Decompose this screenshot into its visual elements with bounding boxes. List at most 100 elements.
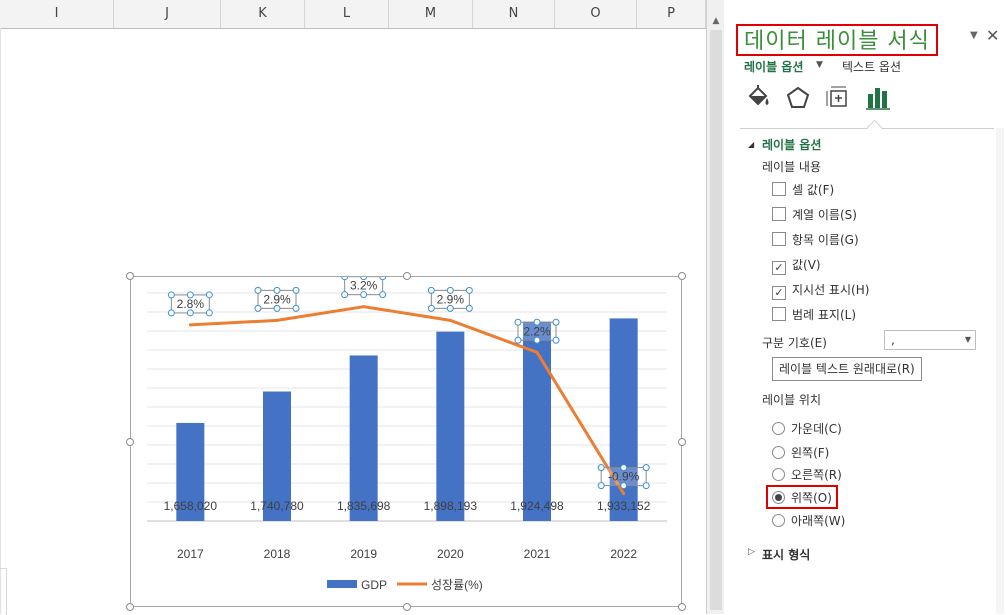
close-icon[interactable]: ✕ — [986, 26, 999, 45]
label-selection-handle[interactable] — [533, 336, 541, 344]
checkmark-icon[interactable]: ✓ — [772, 286, 786, 300]
label-selection-handle[interactable] — [360, 291, 368, 299]
label-selection-handle[interactable] — [341, 277, 349, 281]
column-header-j[interactable]: J — [114, 0, 221, 28]
bar-data-label[interactable]: 1,835,698 — [337, 499, 391, 513]
label-selection-handle[interactable] — [341, 291, 349, 299]
x-tick-label[interactable]: 2021 — [524, 547, 551, 561]
checkbox-cell-value[interactable]: 셀 값(F) — [772, 181, 834, 197]
bar-data-label[interactable]: 1,658,020 — [164, 499, 218, 513]
resize-handle-top-right[interactable] — [678, 272, 686, 280]
label-selection-handle[interactable] — [427, 304, 435, 312]
checkbox-category-name[interactable]: 항목 이름(G) — [772, 231, 859, 247]
line-point-2022[interactable] — [622, 492, 626, 496]
line-data-label-group[interactable]: 2.9% — [427, 286, 473, 312]
size-properties-icon[interactable] — [824, 84, 852, 112]
label-selection-handle[interactable] — [186, 291, 194, 299]
bar-data-label[interactable]: 1,924,498 — [510, 499, 564, 513]
label-selection-handle[interactable] — [167, 309, 175, 317]
x-tick-label[interactable]: 2022 — [610, 547, 637, 561]
resize-handle-top-left[interactable] — [126, 272, 134, 280]
column-header-o[interactable]: O — [555, 0, 637, 28]
checkbox-icon[interactable] — [772, 182, 786, 196]
vertical-scrollbar[interactable]: ▲ — [706, 0, 725, 614]
line-point-2019[interactable] — [362, 305, 366, 309]
label-selection-handle[interactable] — [465, 286, 473, 294]
label-selection-handle[interactable] — [254, 304, 262, 312]
resize-handle-bottom-right[interactable] — [678, 603, 686, 611]
resize-handle-bottom-left[interactable] — [126, 603, 134, 611]
line-data-label[interactable]: 2.9% — [263, 292, 291, 306]
section-collapse-icon[interactable]: ◢ — [748, 140, 754, 149]
line-data-label-group[interactable]: 3.2% — [341, 277, 387, 299]
label-selection-handle[interactable] — [186, 309, 194, 317]
line-data-label-group[interactable]: 2.2% — [514, 318, 560, 344]
legend-key-gdp[interactable] — [327, 580, 357, 588]
radio-right[interactable]: 오른쪽(R) — [772, 466, 842, 482]
label-selection-handle[interactable] — [597, 464, 605, 472]
checkbox-icon[interactable] — [772, 207, 786, 221]
resize-handle-right[interactable] — [678, 438, 686, 446]
chevron-down-icon[interactable]: ▼ — [816, 60, 823, 70]
radio-icon[interactable] — [772, 514, 785, 527]
section-label-options[interactable]: 레이블 옵션 — [762, 136, 821, 153]
radio-icon[interactable] — [772, 422, 785, 435]
section-expand-icon[interactable]: ▷ — [748, 547, 755, 557]
label-selection-handle[interactable] — [446, 304, 454, 312]
label-selection-handle[interactable] — [642, 464, 650, 472]
radio-left[interactable]: 왼쪽(F) — [772, 444, 829, 460]
growth-line[interactable] — [190, 305, 625, 495]
separator-select[interactable]: , ▼ — [884, 330, 976, 350]
label-selection-handle[interactable] — [552, 318, 560, 326]
radio-icon[interactable] — [772, 468, 785, 481]
label-selection-handle[interactable] — [446, 286, 454, 294]
bar-2019[interactable] — [349, 355, 378, 521]
label-selection-handle[interactable] — [379, 277, 387, 281]
label-selection-handle[interactable] — [427, 286, 435, 294]
checkbox-show-leader-lines[interactable]: ✓ 지시선 표시(H) — [772, 281, 869, 300]
effects-pentagon-icon[interactable] — [784, 84, 812, 112]
line-point-2018[interactable] — [275, 318, 279, 322]
label-selection-handle[interactable] — [642, 482, 650, 490]
label-selection-handle[interactable] — [167, 291, 175, 299]
chevron-down-icon[interactable]: ▼ — [965, 331, 971, 349]
label-selection-handle[interactable] — [292, 286, 300, 294]
line-data-label[interactable]: 2.2% — [523, 324, 551, 338]
reset-label-text-button[interactable]: 레이블 텍스트 원래대로(R) — [772, 357, 922, 381]
label-selection-handle[interactable] — [620, 464, 628, 472]
label-selection-handle[interactable] — [205, 291, 213, 299]
resize-handle-bottom[interactable] — [403, 603, 411, 611]
line-data-label[interactable]: 2.9% — [437, 292, 465, 306]
x-tick-label[interactable]: 2019 — [350, 547, 377, 561]
bar-data-label[interactable]: 1,740,780 — [250, 499, 304, 513]
legend-label-gdp[interactable]: GDP — [361, 578, 387, 592]
label-selection-handle[interactable] — [514, 318, 522, 326]
label-selection-handle[interactable] — [273, 304, 281, 312]
column-header-p[interactable]: P — [637, 0, 706, 28]
bar-2022[interactable] — [609, 318, 638, 521]
column-header-n[interactable]: N — [473, 0, 555, 28]
section-number-format[interactable]: 표시 형식 — [762, 546, 810, 563]
radio-icon[interactable] — [772, 446, 785, 459]
resize-handle-top[interactable] — [403, 272, 411, 280]
line-data-label[interactable]: -0.9% — [608, 470, 640, 484]
line-point-2017[interactable] — [188, 323, 192, 327]
spreadsheet-area[interactable]: I J K L M N O P 1,658,020 1,740,780 1,835,… — [0, 0, 706, 615]
pane-options-dropdown-icon[interactable]: ▼ — [970, 30, 978, 41]
checkbox-icon[interactable] — [772, 232, 786, 246]
label-selection-handle[interactable] — [620, 482, 628, 490]
radio-center[interactable]: 가운데(C) — [772, 420, 842, 436]
label-selection-handle[interactable] — [292, 304, 300, 312]
label-selection-handle[interactable] — [597, 482, 605, 490]
checkbox-legend-key[interactable]: 범례 표지(L) — [772, 306, 856, 322]
label-options-bar-chart-icon[interactable] — [864, 84, 892, 112]
checkbox-series-name[interactable]: 계열 이름(S) — [772, 206, 857, 222]
label-selection-handle[interactable] — [360, 277, 368, 281]
column-header-i[interactable]: I — [0, 0, 114, 28]
x-tick-label[interactable]: 2018 — [264, 547, 291, 561]
scrollbar-thumb[interactable] — [710, 30, 722, 610]
scroll-up-arrow-icon[interactable]: ▲ — [709, 14, 723, 28]
x-tick-label[interactable]: 2017 — [177, 547, 204, 561]
label-selection-handle[interactable] — [254, 286, 262, 294]
radio-below[interactable]: 아래쪽(W) — [772, 512, 845, 528]
